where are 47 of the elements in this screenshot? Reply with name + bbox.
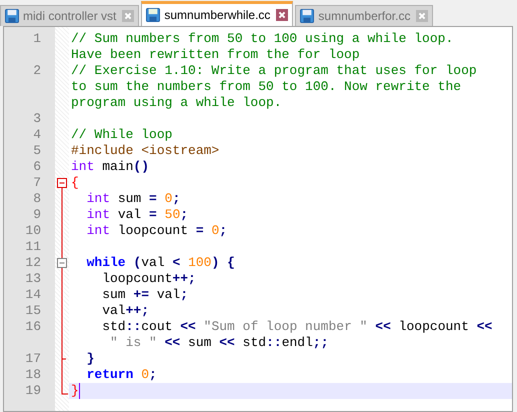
line-number: 8 [33, 191, 41, 206]
line-number: 7 [33, 175, 41, 190]
code-line: loopcount++; [101, 271, 196, 287]
line-number: 18 [25, 367, 41, 382]
line-number: 6 [33, 159, 41, 174]
code-line: val++; [101, 303, 150, 319]
line-number: 17 [25, 351, 41, 366]
code-line: std::cout << "Sum of loop number " << loopcount << [101, 319, 492, 335]
tab[interactable]: sumnumberfor.cc [295, 5, 434, 26]
code-line: int sum = 0; [86, 191, 180, 207]
line-number: 9 [33, 207, 41, 222]
code-line: int val = 50; [86, 207, 188, 223]
code-line: #include <iostream> [71, 143, 220, 159]
code-line: { [71, 175, 79, 191]
code-line: to sum the numbers from 50 to 100. Now rewrite the [71, 79, 462, 95]
code-line: return 0; [86, 367, 157, 383]
code-line: Have been rewritten from the for loop [71, 47, 360, 63]
close-icon[interactable] [276, 9, 288, 21]
code-line: int main() [71, 159, 150, 175]
tab[interactable]: sumnumberwhile.cc [141, 1, 294, 26]
line-number: 4 [33, 127, 41, 142]
line-number: 10 [25, 223, 41, 238]
code-line: int loopcount = 0; [86, 223, 228, 239]
line-number: 3 [33, 111, 41, 126]
code-line: sum += val; [101, 287, 188, 303]
code-line: } [86, 351, 94, 367]
fold-minus-icon[interactable] [57, 258, 67, 268]
text-cursor [78, 383, 80, 399]
fold-minus-icon[interactable] [57, 178, 67, 188]
tab[interactable]: midi controller vst [0, 5, 140, 26]
line-number: 2 [33, 63, 41, 78]
line-number: 5 [33, 143, 41, 158]
code-line: // Exercise 1.10: Write a program that uses for loop [71, 63, 477, 79]
line-number: 14 [25, 287, 41, 302]
line-number: 15 [25, 303, 41, 318]
line-number: 1 [33, 31, 41, 46]
code-line: " is " << sum << std::endl;; [109, 335, 329, 351]
line-number: 16 [25, 319, 41, 334]
code-line: // While loop [71, 127, 172, 143]
code-line: } [71, 383, 79, 399]
line-number: 19 [25, 383, 41, 398]
line-number: 11 [25, 239, 41, 254]
line-number: 13 [25, 271, 41, 286]
code-line: // Sum numbers from 50 to 100 using a while loop. [71, 31, 454, 47]
code-line: program using a while loop. [71, 95, 282, 111]
code-line: while (val < 100) { [86, 255, 235, 271]
line-number: 12 [25, 255, 41, 270]
